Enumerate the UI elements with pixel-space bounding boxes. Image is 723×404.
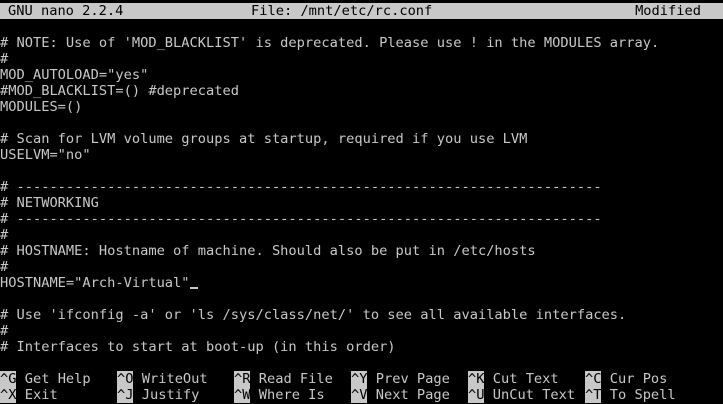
title-bar: GNU nano 2.2.4 File: /mnt/etc/rc.conf Mo… (0, 3, 723, 19)
shortcut-key: ^G (0, 371, 17, 387)
shortcut-key: ^R (234, 371, 251, 387)
editor-line[interactable]: # HOSTNAME: Hostname of machine. Should … (0, 243, 723, 259)
shortcut-key: ^J (117, 387, 134, 403)
editor-line[interactable]: # (0, 51, 723, 67)
shortcut-key: ^T (585, 387, 602, 403)
shortcut-label: Exit (24, 387, 58, 403)
editor-line-current[interactable]: HOSTNAME="Arch-Virtual" (0, 275, 723, 291)
editor-line[interactable]: USELVM="no" (0, 147, 723, 163)
shortcut-label: Read File (258, 371, 333, 387)
shortcut-key: ^K (468, 371, 485, 387)
shortcut-label: WriteOut (141, 371, 208, 387)
editor-line[interactable] (0, 291, 723, 307)
shortcut-key: ^Y (351, 371, 368, 387)
shortcut-cut-text[interactable]: ^K Cut Text (468, 371, 559, 387)
editor-line[interactable] (0, 163, 723, 179)
editor-line[interactable]: # NOTE: Use of 'MOD_BLACKLIST' is deprec… (0, 35, 723, 51)
shortcut-key: ^W (234, 387, 251, 403)
shortcut-where-is[interactable]: ^W Where Is (234, 387, 325, 403)
shortcut-prev-page[interactable]: ^Y Prev Page (351, 371, 450, 387)
modified-status: Modified (635, 3, 701, 19)
shortcut-label: Prev Page (375, 371, 450, 387)
shortcut-next-page[interactable]: ^V Next Page (351, 387, 450, 403)
app-version: GNU nano 2.2.4 (8, 3, 124, 19)
editor-line[interactable]: # (0, 259, 723, 275)
shortcut-exit[interactable]: ^X Exit (0, 387, 58, 403)
editor-line[interactable]: # (0, 227, 723, 243)
shortcut-get-help[interactable]: ^G Get Help (0, 371, 91, 387)
shortcut-read-file[interactable]: ^R Read File (234, 371, 333, 387)
editor-line[interactable] (0, 19, 723, 35)
shortcut-writeout[interactable]: ^O WriteOut (117, 371, 208, 387)
editor-line[interactable]: MOD_AUTOLOAD="yes" (0, 67, 723, 83)
editor-line[interactable]: # Interfaces to start at boot-up (in thi… (0, 339, 723, 355)
editor-line[interactable]: # Use 'ifconfig -a' or 'ls /sys/class/ne… (0, 307, 723, 323)
shortcut-cur-pos[interactable]: ^C Cur Pos (585, 371, 667, 387)
shortcut-key: ^C (585, 371, 602, 387)
editor-line[interactable]: # Scan for LVM volume groups at startup,… (0, 131, 723, 147)
editor-line[interactable]: MODULES=() (0, 99, 723, 115)
shortcut-label: Get Help (24, 371, 91, 387)
editor-line[interactable]: #MOD_BLACKLIST=() #deprecated (0, 83, 723, 99)
shortcut-label: UnCut Text (492, 387, 576, 403)
shortcut-key: ^O (117, 371, 134, 387)
shortcut-label: Next Page (375, 387, 450, 403)
editor-line[interactable] (0, 115, 723, 131)
editor-line[interactable]: # NETWORKING (0, 195, 723, 211)
editor-line[interactable]: # --------------------------------------… (0, 211, 723, 227)
shortcut-bar: ^G Get Help ^O WriteOut ^R Read File ^Y … (0, 371, 723, 403)
shortcut-label: Where Is (258, 387, 325, 403)
file-path: File: /mnt/etc/rc.conf (251, 3, 433, 19)
shortcut-key: ^X (0, 387, 17, 403)
shortcut-label: Cut Text (492, 371, 559, 387)
shortcut-justify[interactable]: ^J Justify (117, 387, 199, 403)
editor-buffer[interactable]: # NOTE: Use of 'MOD_BLACKLIST' is deprec… (0, 19, 723, 355)
shortcut-row: ^X Exit ^J Justify ^W Where Is ^V Next P… (0, 387, 723, 403)
shortcut-label: Justify (141, 387, 200, 403)
shortcut-row: ^G Get Help ^O WriteOut ^R Read File ^Y … (0, 371, 723, 387)
shortcut-label: To Spell (609, 387, 676, 403)
shortcut-label: Cur Pos (609, 371, 668, 387)
editor-line-text[interactable]: HOSTNAME="Arch-Virtual" (0, 275, 190, 291)
shortcut-uncut-text[interactable]: ^U UnCut Text (468, 387, 575, 403)
editor-line[interactable]: # (0, 323, 723, 339)
editor-line[interactable]: # --------------------------------------… (0, 179, 723, 195)
shortcut-to-spell[interactable]: ^T To Spell (585, 387, 676, 403)
shortcut-key: ^V (351, 387, 368, 403)
text-cursor (189, 275, 198, 289)
shortcut-key: ^U (468, 387, 485, 403)
nano-terminal: GNU nano 2.2.4 File: /mnt/etc/rc.conf Mo… (0, 3, 723, 355)
